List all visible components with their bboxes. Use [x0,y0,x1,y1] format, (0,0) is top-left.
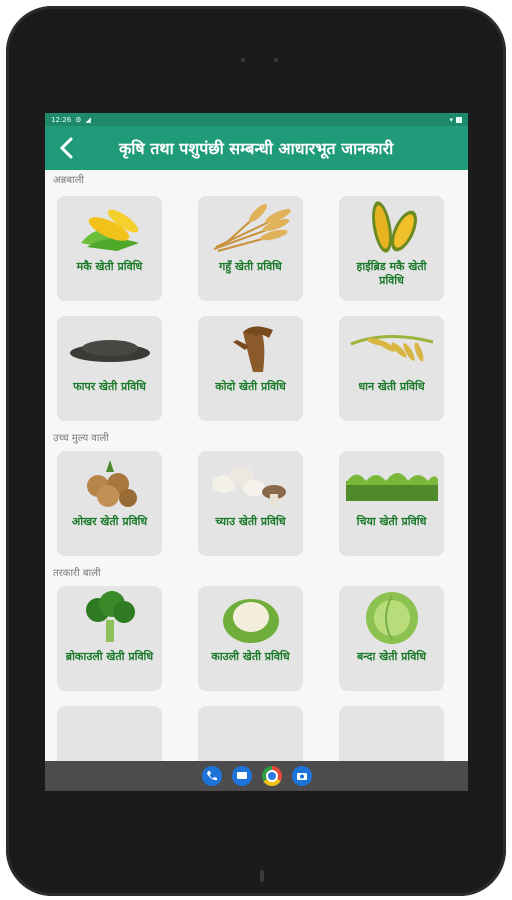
page-title: कृषि तथा पशुपंछी सम्बन्धी आधारभूत जानकार… [119,139,394,158]
crop-list[interactable]: अन्नबाली मकै खेती प्रविधि गहुँ खेती प्रव… [45,170,468,761]
status-time: 12:26 [51,115,72,124]
crop-label: ब्रोकाउली खेती प्रविधि [65,650,154,663]
crop-label: कोदो खेती प्रविधि [215,380,286,393]
hybrid-corn-icon [339,196,444,260]
battery-icon [456,116,462,123]
crop-card-broccoli[interactable]: ब्रोकाउली खेती प्रविधि [57,586,162,691]
millet-icon [198,316,303,380]
crop-card-cabbage[interactable]: बन्दा खेती प्रविधि [339,586,444,691]
status-bar: 12:26 ⚙ ◢ ▾ [45,113,468,126]
crop-label: ओखर खेती प्रविधि [71,515,148,528]
crop-card-tea[interactable]: चिया खेती प्रविधि [339,451,444,556]
cabbage-icon [339,586,444,650]
sensor-dot [241,58,245,62]
section-grid-vegetables: ब्रोकाउली खेती प्रविधि काउली खेती प्रविध… [45,586,468,761]
crop-label: गहुँ खेती प्रविधि [219,260,282,273]
chrome-icon[interactable] [261,766,282,786]
crop-label: चिया खेती प्रविधि [356,515,427,528]
section-label-high-value: उच्च मुल्य वाली [53,433,109,444]
crop-card-partial[interactable] [57,706,162,761]
crop-card-rice[interactable]: धान खेती प्रविधि [339,316,444,421]
section-grid-high-value: ओखर खेती प्रविधि च्याउ खेती प्रविधि चिया… [45,451,468,556]
app-bar: कृषि तथा पशुपंछी सम्बन्धी आधारभूत जानकार… [45,126,468,170]
rice-icon [339,316,444,380]
signal-icon: ◢ [85,115,91,124]
mushroom-icon [198,451,303,515]
crop-label: मकै खेती प्रविधि [76,260,143,273]
corn-icon [57,196,162,260]
crop-card-partial[interactable] [339,706,444,761]
crop-card-buckwheat[interactable]: फापर खेती प्रविधि [57,316,162,421]
broccoli-icon [57,586,162,650]
walnut-icon [57,451,162,515]
phone-icon[interactable] [201,766,222,786]
crop-card-mushroom[interactable]: च्याउ खेती प्रविधि [198,451,303,556]
tea-icon [339,451,444,515]
crop-label: हाईब्रिड मकै खेती प्रविधि [356,260,427,287]
wheat-icon [198,196,303,260]
wifi-icon: ▾ [449,115,453,124]
messages-icon[interactable] [231,766,252,786]
back-arrow-icon[interactable] [45,126,87,170]
screen: 12:26 ⚙ ◢ ▾ कृषि तथा पशुपंछी सम्बन्धी आध… [45,113,468,791]
camera-icon[interactable] [291,766,312,786]
crop-label: बन्दा खेती प्रविधि [357,650,426,663]
crop-card-hybrid-maize[interactable]: हाईब्रिड मकै खेती प्रविधि [339,196,444,301]
cauliflower-icon [198,586,303,650]
camera-dot [274,58,278,62]
crop-label: च्याउ खेती प्रविधि [215,515,286,528]
crop-card-wheat[interactable]: गहुँ खेती प्रविधि [198,196,303,301]
crop-label: धान खेती प्रविधि [358,380,425,393]
crop-card-partial[interactable] [198,706,303,761]
section-grid-cereals: मकै खेती प्रविधि गहुँ खेती प्रविधि हाईब्… [45,196,468,421]
settings-icon: ⚙ [75,115,82,124]
crop-card-walnut[interactable]: ओखर खेती प्रविधि [57,451,162,556]
crop-label: फापर खेती प्रविधि [73,380,146,393]
crop-label: काउली खेती प्रविधि [211,650,290,663]
crop-card-maize[interactable]: मकै खेती प्रविधि [57,196,162,301]
home-speaker [260,870,264,882]
crop-card-millet[interactable]: कोदो खेती प्रविधि [198,316,303,421]
section-label-cereals: अन्नबाली [53,175,85,186]
section-label-vegetables: तरकारी बाली [53,568,101,579]
crop-card-cauliflower[interactable]: काउली खेती प्रविधि [198,586,303,691]
buckwheat-icon [57,316,162,380]
system-dock [45,761,468,791]
